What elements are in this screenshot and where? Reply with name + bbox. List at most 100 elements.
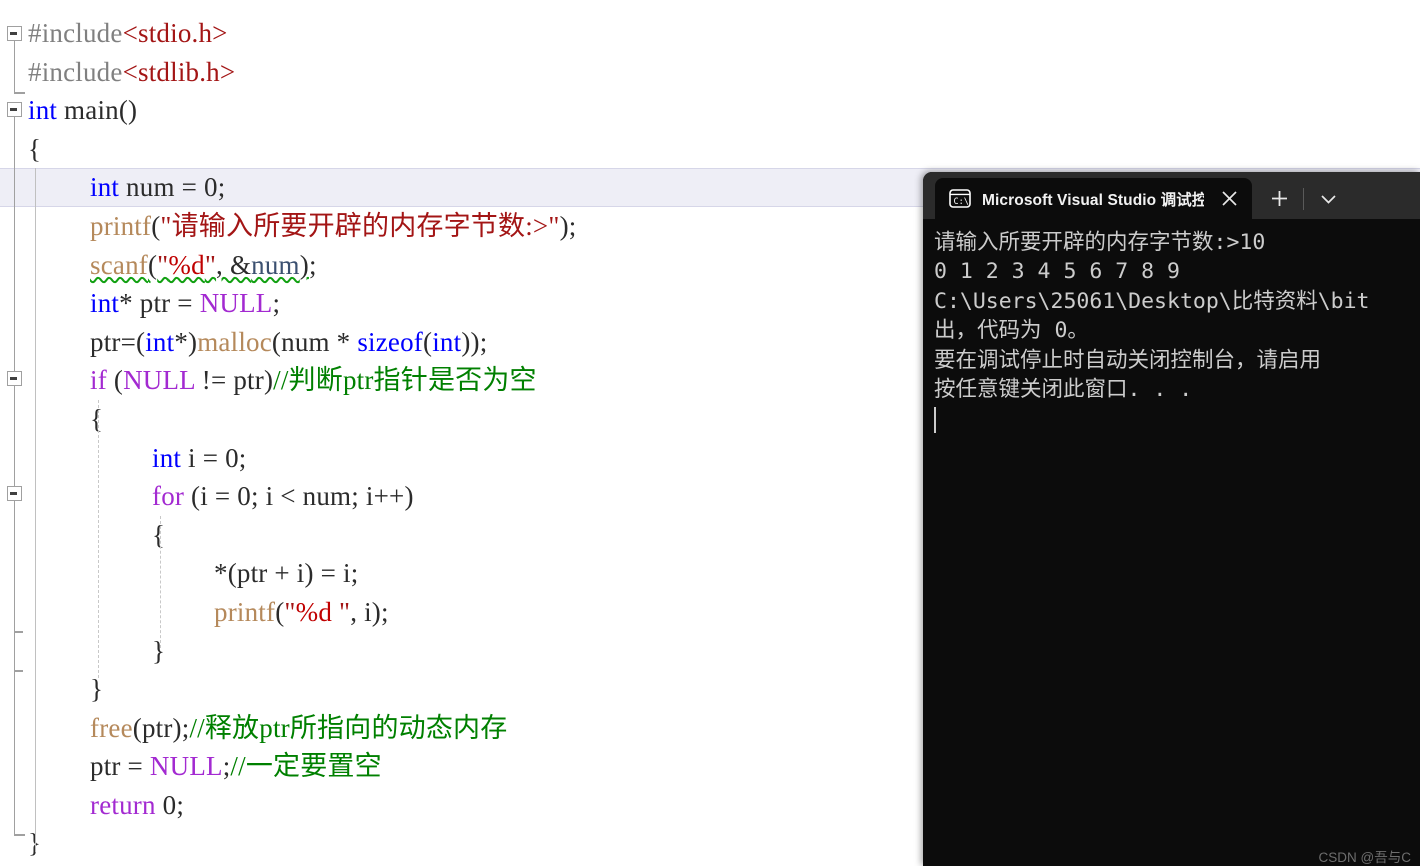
code-token: ));: [461, 326, 488, 357]
code-token: sizeof: [357, 326, 423, 357]
code-token: 0: [162, 789, 177, 820]
code-token: }: [152, 635, 166, 666]
code-line-text: {: [90, 400, 103, 439]
code-token: (num *: [271, 326, 358, 357]
code-token: int: [90, 288, 120, 319]
code-token: ptr =: [90, 751, 150, 782]
code-line-text: }: [90, 670, 103, 709]
terminal-titlebar[interactable]: C:\ Microsoft Visual Studio 调试控: [923, 172, 1420, 219]
terminal-text-cursor: [934, 407, 937, 434]
code-token: int: [28, 95, 58, 126]
code-token: int: [145, 326, 175, 357]
code-token: (: [423, 326, 433, 357]
code-line-text: *(ptr + i) = i;: [214, 554, 358, 593]
code-token: int: [152, 442, 182, 473]
code-token: ptr=(: [90, 326, 146, 357]
code-token: free: [90, 712, 133, 743]
code-token: ;: [217, 172, 226, 203]
code-token: ;: [272, 288, 281, 319]
code-token: malloc: [197, 326, 272, 357]
code-token: //一定要置空: [230, 751, 382, 782]
code-token: {: [90, 403, 104, 434]
code-line[interactable]: #include<stdio.h>: [0, 14, 1420, 53]
code-line-text: #include<stdio.h>: [28, 14, 228, 53]
new-tab-plus-icon[interactable]: [1262, 182, 1296, 216]
code-token: <stdio.h>: [122, 18, 228, 48]
code-token: *): [174, 326, 198, 357]
code-token: );: [559, 210, 577, 241]
code-token: #include: [28, 18, 123, 48]
terminal-output-line: 出，代码为 0。: [934, 318, 1089, 344]
code-line-text: return 0;: [90, 786, 184, 825]
console-cmd-icon: C:\: [949, 189, 971, 208]
terminal-tab-title: Microsoft Visual Studio 调试控: [982, 191, 1204, 209]
code-token: ;: [176, 789, 185, 820]
indent-guide-level-2: [160, 516, 162, 648]
code-token: main(): [57, 95, 138, 126]
code-line-text: int num = 0;: [90, 169, 225, 206]
close-icon[interactable]: [1216, 186, 1242, 212]
code-line[interactable]: {: [0, 130, 1420, 169]
terminal-output-line: 要在调试停止时自动关闭控制台，请启用: [934, 347, 1322, 373]
code-token: (ptr);: [132, 712, 190, 743]
terminal-output-line: 0 1 2 3 4 5 6 7 8 9: [934, 259, 1180, 285]
code-token: //释放ptr所指向的动态内存: [189, 712, 508, 743]
code-token: num: [251, 249, 300, 280]
terminal-tab[interactable]: C:\ Microsoft Visual Studio 调试控: [935, 178, 1252, 219]
windows-terminal-window[interactable]: C:\ Microsoft Visual Studio 调试控 请输入所要开辟的…: [923, 172, 1420, 866]
code-token: (: [147, 249, 158, 280]
code-token: {: [152, 519, 166, 550]
code-line-text: if (NULL != ptr)//判断ptr指针是否为空: [90, 361, 537, 400]
code-line-text: #include<stdlib.h>: [28, 53, 235, 92]
code-line-text: int main(): [28, 91, 137, 130]
code-line-text: {: [28, 130, 41, 169]
code-token: #include: [28, 56, 123, 87]
code-token: (i =: [184, 481, 238, 512]
code-token: != ptr): [194, 365, 274, 396]
code-token: return: [90, 789, 156, 820]
csdn-watermark: CSDN @吾与C: [1318, 850, 1411, 865]
code-token: , i);: [350, 596, 389, 627]
terminal-output-line: 请输入所要开辟的内存字节数:>10: [934, 230, 1266, 255]
code-line-text: ptr = NULL;//一定要置空: [90, 747, 382, 786]
code-token: {: [28, 133, 42, 164]
code-token: NULL: [149, 751, 223, 782]
code-token: ": [204, 249, 217, 280]
code-token: NULL: [123, 365, 195, 396]
code-token: int: [90, 172, 120, 203]
indent-guide-level-1: [98, 400, 100, 678]
code-line-text: }: [152, 632, 165, 671]
terminal-tab-actions[interactable]: [1262, 178, 1345, 219]
code-token: i =: [181, 442, 226, 473]
code-token: ;: [308, 249, 317, 280]
code-line[interactable]: int main(): [0, 91, 1420, 130]
terminal-output-area[interactable]: 请输入所要开辟的内存字节数:>10 0 1 2 3 4 5 6 7 8 9 C:\U…: [923, 219, 1420, 866]
code-line[interactable]: #include<stdlib.h>: [0, 53, 1420, 92]
code-line-text: int* ptr = NULL;: [90, 284, 280, 323]
code-token: %d: [168, 249, 205, 280]
code-token: %d: [295, 596, 333, 627]
code-line-text: {: [152, 516, 165, 555]
code-token: ": [332, 596, 351, 627]
code-token: , &: [216, 249, 252, 280]
code-token: NULL: [199, 288, 273, 319]
code-line-text: scanf("%d", &num);: [90, 246, 317, 285]
chevron-down-icon[interactable]: [1311, 182, 1345, 216]
code-line-text: int i = 0;: [152, 439, 247, 478]
code-token: printf: [90, 210, 152, 241]
code-token: printf: [214, 596, 276, 627]
code-token: ": [157, 249, 169, 280]
code-token: for: [152, 481, 185, 512]
code-token: <stdlib.h>: [122, 56, 236, 87]
code-line-text: printf("请输入所要开辟的内存字节数:>");: [90, 207, 576, 246]
code-token: "请输入所要开辟的内存字节数:>": [160, 210, 560, 241]
terminal-output-line: C:\Users\25061\Desktop\比特资料\bit: [934, 288, 1370, 314]
code-token: ;: [238, 442, 247, 473]
terminal-output-lines: 请输入所要开辟的内存字节数:>10 0 1 2 3 4 5 6 7 8 9 C:\U…: [934, 228, 1420, 404]
code-line-text: printf("%d ", i);: [214, 593, 389, 632]
code-line-text: for (i = 0; i < num; i++): [152, 477, 414, 516]
code-token: scanf: [90, 249, 148, 280]
svg-text:C:\: C:\: [954, 197, 969, 207]
code-line-text: free(ptr);//释放ptr所指向的动态内存: [90, 709, 507, 748]
